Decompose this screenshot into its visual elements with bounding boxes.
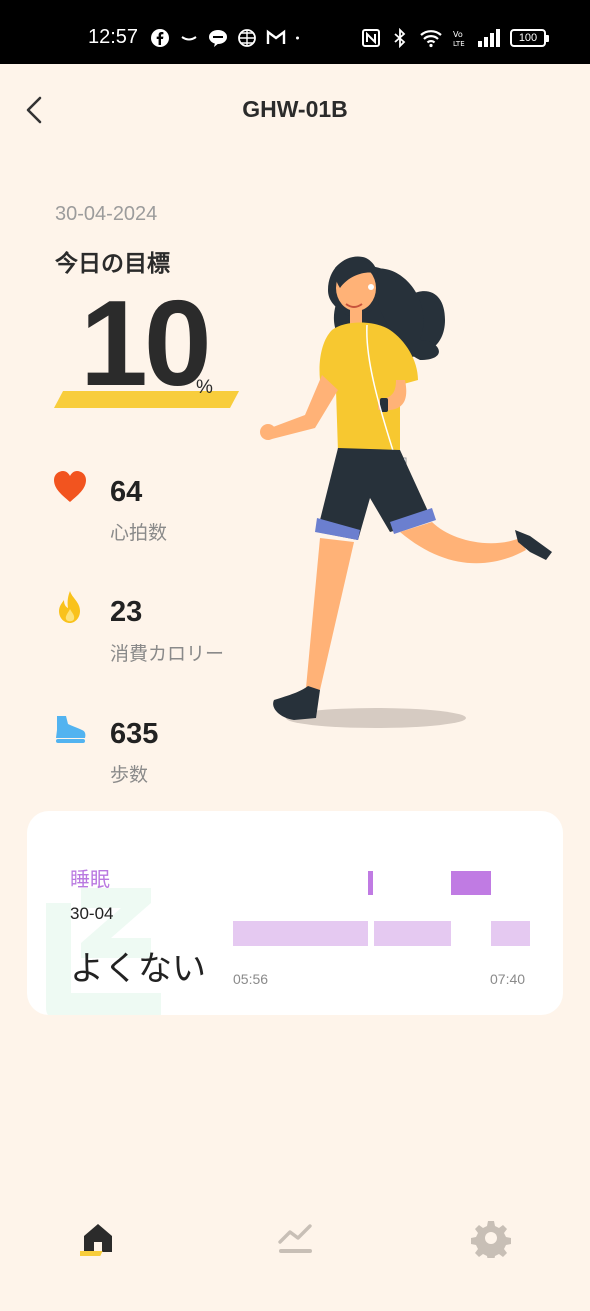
battery-indicator: 100 [510,29,549,47]
trend-icon[interactable] [276,1218,316,1258]
flame-icon [59,591,80,623]
facebook-icon [151,29,169,47]
calories-value: 23 [110,596,143,628]
steps-value: 635 [110,718,159,750]
status-right-icons: Vo LTE 100 [361,28,549,48]
sleep-end-time: 07:40 [490,971,526,987]
bluetooth-icon [394,28,406,48]
gmail-icon [266,29,286,44]
sleep-quality: よくない [70,949,206,989]
svg-text:LTE: LTE [453,40,465,48]
nfc-icon [362,29,380,47]
wifi-icon [420,30,442,48]
sleep-title: 睡眠 [70,867,110,891]
goal-label: 今日の目標 [55,251,170,277]
runner-illustration [260,256,552,728]
sleep-date: 30-04 [70,904,114,923]
sleep-light-segment [233,921,368,946]
globe-icon [238,29,256,47]
volte-icon: VoLTE [453,30,465,48]
sleep-deep-segment [368,871,373,895]
gear-icon[interactable] [471,1218,511,1258]
sleep-light-segment [374,921,451,946]
status-time: 12:57 [88,26,139,48]
signal-icon [478,29,500,47]
status-bar: 12:57 Vo LTE 100 [0,0,590,64]
sleep-deep-segment [451,871,491,895]
calories-label: 消費カロリー [110,643,225,665]
shoe-icon [56,716,86,743]
heart-rate-label: 心拍数 [110,522,168,544]
tilde-icon [181,36,197,41]
home-icon[interactable] [80,1218,120,1258]
heart-rate-value: 64 [110,476,143,508]
sleep-card[interactable]: 睡眠 30-04 よくない 05:56 07:40 [27,811,563,1015]
page-title: GHW-01B [242,96,348,122]
sleep-start-time: 05:56 [233,971,269,987]
status-left-icons [150,28,305,48]
svg-text:Vo: Vo [453,30,463,39]
steps-label: 歩数 [110,764,149,786]
dot-icon [296,36,299,40]
goal-unit: % [196,377,213,398]
heart-icon [54,471,86,502]
sleep-light-segment [491,921,530,946]
goal-value: 10 [80,275,212,411]
line-icon [209,30,227,47]
goal-date: 30-04-2024 [55,203,158,225]
